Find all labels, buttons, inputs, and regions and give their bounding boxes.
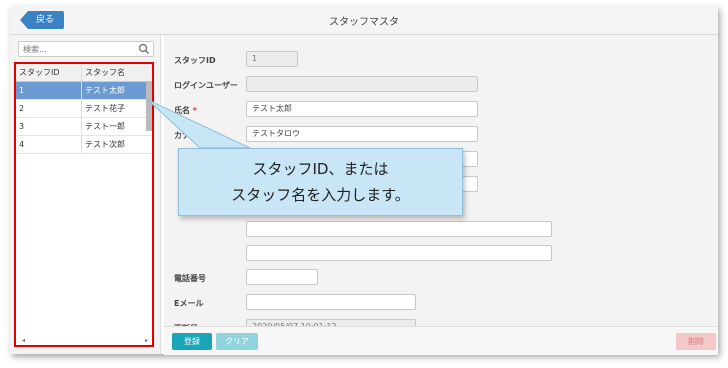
callout-tooltip: スタッフID、または スタッフ名を入力します。	[178, 148, 463, 216]
callout-line-2: スタッフ名を入力します。	[231, 186, 410, 204]
callout-line-1: スタッフID、または	[252, 160, 389, 178]
